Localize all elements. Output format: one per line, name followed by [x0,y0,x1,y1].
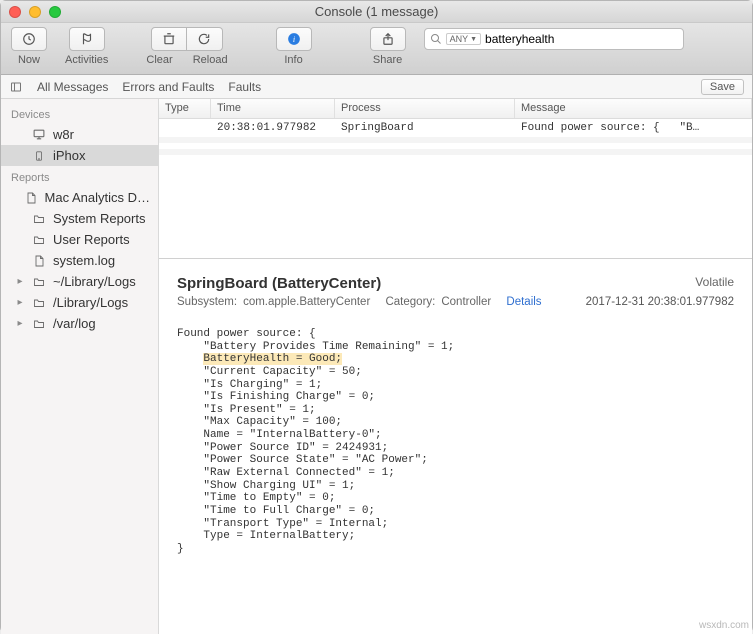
sidebar-item[interactable]: ▸ /var/log [1,313,158,334]
folder-icon [31,212,47,226]
volatile-label: Volatile [695,275,734,289]
now-button[interactable] [11,27,47,51]
folder-icon [31,296,47,310]
activities-button[interactable] [69,27,105,51]
monitor-icon [31,128,47,142]
sidebar-item-w8r[interactable]: w8r [1,124,158,145]
reload-label: Reload [193,54,228,66]
search-input[interactable]: ANY▼ [424,28,684,50]
reload-button[interactable] [187,27,223,51]
sidebar-item-label: /Library/Logs [53,295,128,310]
col-type[interactable]: Type [159,99,211,118]
category-label: Category: [385,296,435,308]
sidebar-item[interactable]: System Reports [1,208,158,229]
filter-errors[interactable]: Errors and Faults [122,80,214,94]
highlight: BatteryHealth = Good; [203,353,342,365]
sidebar-item[interactable]: ▸ /Library/Logs [1,292,158,313]
sidebar-item-label: ~/Library/Logs [53,274,136,289]
filter-bar: All Messages Errors and Faults Faults Sa… [1,75,752,99]
chevron-right-icon[interactable]: ▸ [15,318,25,329]
watermark: wsxdn.com [699,620,749,631]
sidebar-item[interactable]: User Reports [1,229,158,250]
sidebar-item[interactable]: Mac Analytics D… [1,187,158,208]
sidebar-item-label: /var/log [53,316,96,331]
table-row [159,149,752,155]
share-label: Share [373,54,402,66]
reports-header: Reports [1,166,158,187]
sidebar-item[interactable]: system.log [1,250,158,271]
titlebar: Console (1 message) [1,1,752,23]
activities-label: Activities [65,54,108,66]
log-body: Found power source: { "Battery Provides … [177,328,734,556]
category-value: Controller [441,296,491,308]
sidebar-item-label: System Reports [53,211,145,226]
sidebar-item-label: system.log [53,253,115,268]
subsystem-value: com.apple.BatteryCenter [243,296,370,308]
details-link[interactable]: Details [506,296,541,308]
toolbar: Now Activities ClearReload i Info Share … [1,23,752,75]
table-row[interactable]: 20:38:01.977982 SpringBoard Found power … [159,119,752,137]
sidebar-toggle-icon[interactable] [9,81,23,93]
detail-timestamp: 2017-12-31 20:38:01.977982 [586,296,734,308]
share-button[interactable] [370,27,406,51]
folder-icon [31,233,47,247]
doc-icon [23,191,39,205]
save-button[interactable]: Save [701,79,744,95]
chevron-right-icon[interactable]: ▸ [15,276,25,287]
filter-all[interactable]: All Messages [37,80,108,94]
filter-faults[interactable]: Faults [228,80,261,94]
detail-pane: Volatile SpringBoard (BatteryCenter) 201… [159,259,752,634]
sidebar-item-label: iPhox [53,148,86,163]
info-button[interactable]: i [276,27,312,51]
folder-icon [31,275,47,289]
col-process[interactable]: Process [335,99,515,118]
window-title: Console (1 message) [1,4,752,19]
folder-icon [31,317,47,331]
doc-icon [31,254,47,268]
clear-button[interactable] [151,27,187,51]
search-scope[interactable]: ANY▼ [446,33,481,45]
info-label: Info [284,54,302,66]
search-field[interactable] [485,32,678,46]
detail-title: SpringBoard (BatteryCenter) [177,275,734,292]
col-message[interactable]: Message [515,99,752,118]
sidebar: Devices w8r iPhox Reports Mac Analytics D… [1,99,159,634]
sidebar-item-label: Mac Analytics D… [45,190,150,205]
column-headers: Type Time Process Message [159,99,752,119]
col-time[interactable]: Time [211,99,335,118]
log-table: 20:38:01.977982 SpringBoard Found power … [159,119,752,259]
sidebar-item-label: w8r [53,127,74,142]
clear-label: Clear [146,54,172,66]
search-icon [430,33,442,45]
phone-icon [31,149,47,163]
sidebar-item-label: User Reports [53,232,130,247]
subsystem-label: Subsystem: [177,296,237,308]
now-label: Now [18,54,40,66]
chevron-right-icon[interactable]: ▸ [15,297,25,308]
devices-header: Devices [1,103,158,124]
sidebar-item[interactable]: ▸ ~/Library/Logs [1,271,158,292]
sidebar-item-iphox[interactable]: iPhox [1,145,158,166]
